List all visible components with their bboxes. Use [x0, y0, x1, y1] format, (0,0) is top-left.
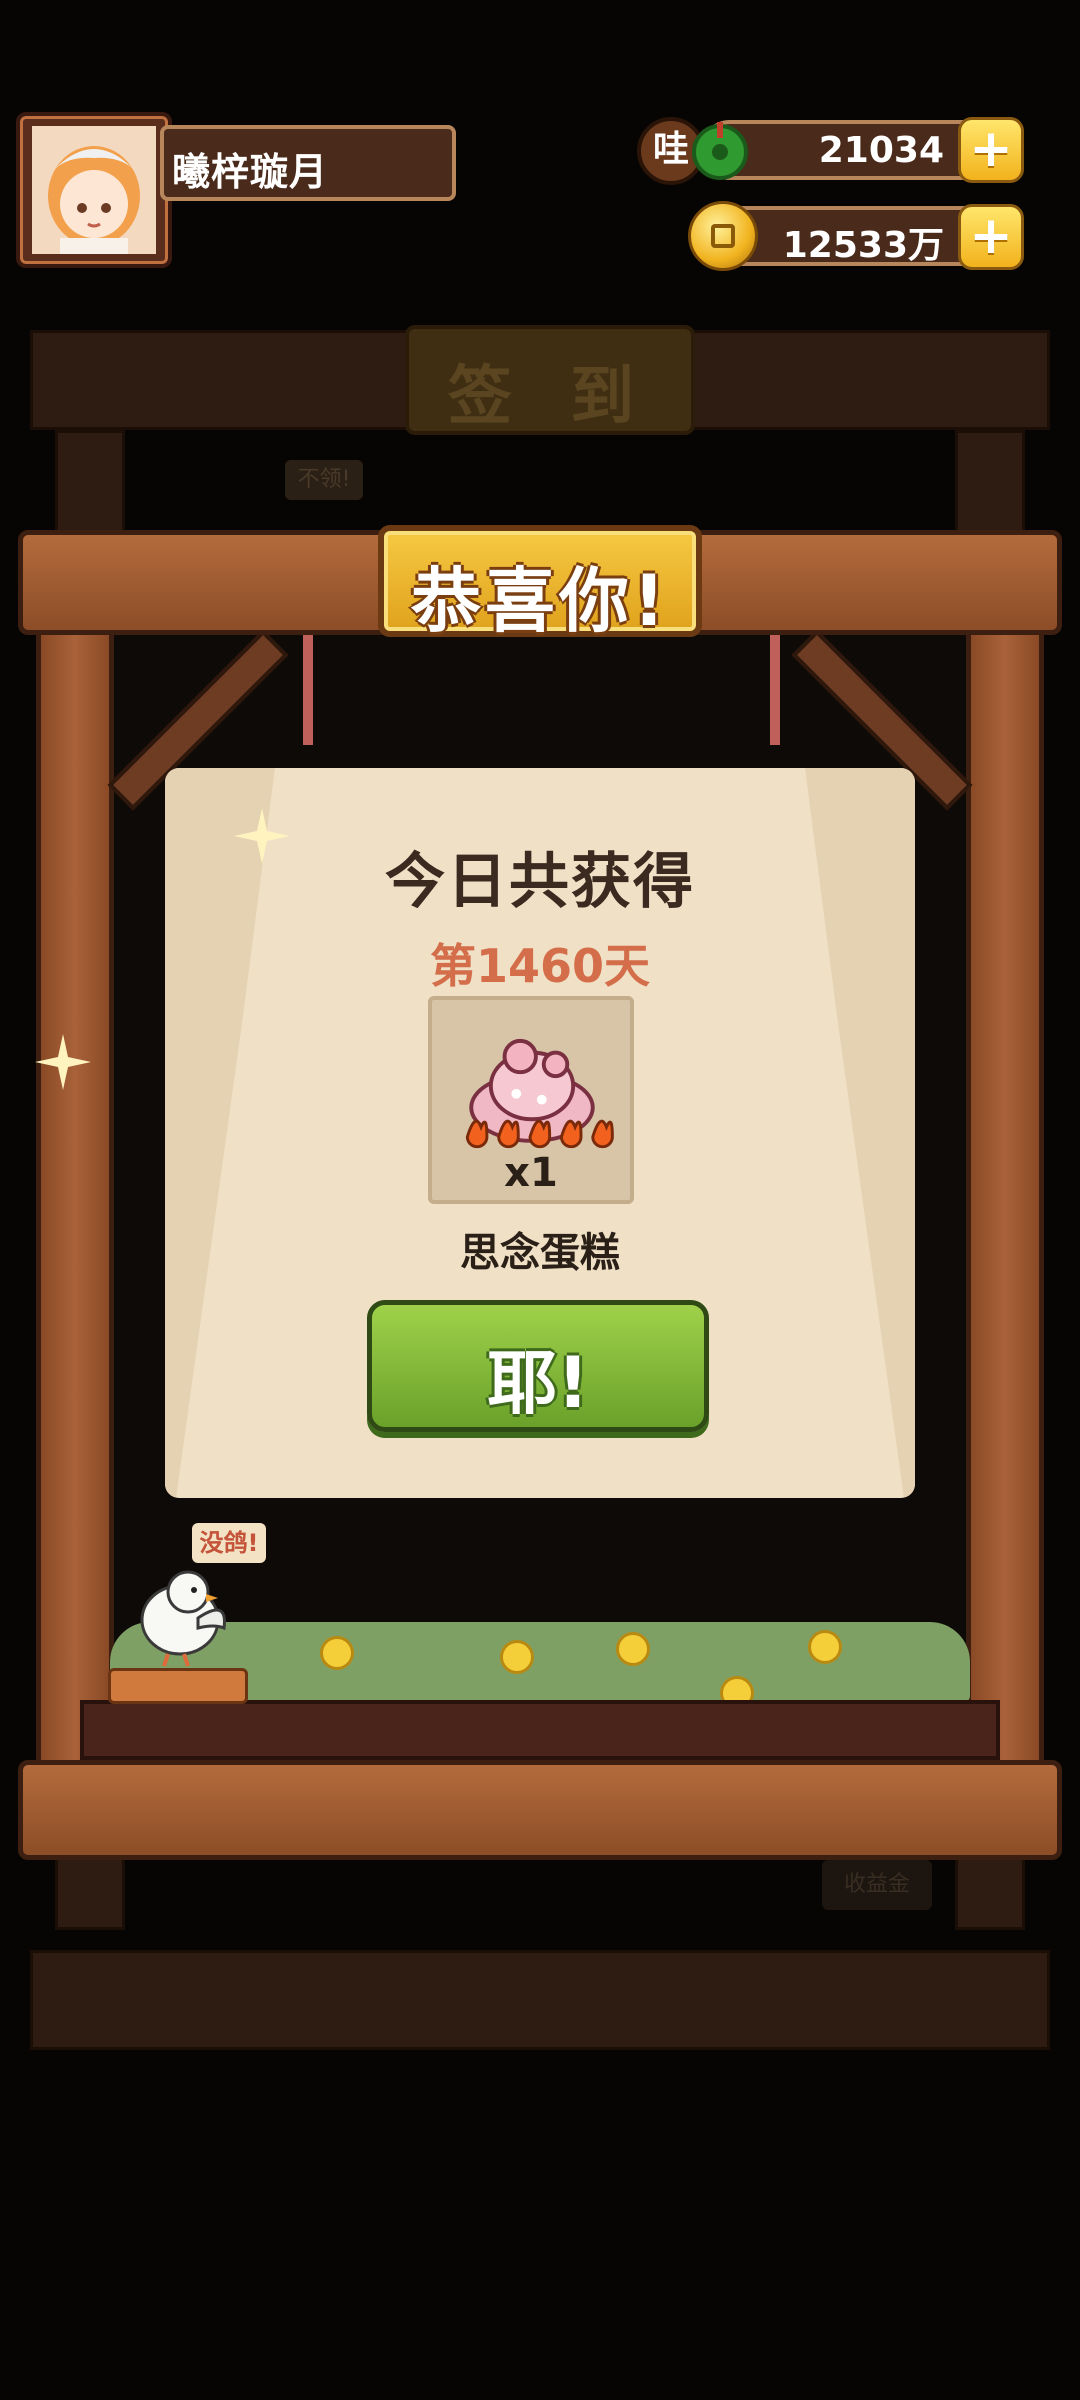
add-jade-button[interactable]: + — [958, 117, 1024, 183]
rope-left — [303, 635, 313, 745]
pigeon-speech-text: 没鸽! — [199, 1529, 259, 1557]
pigeon-icon[interactable] — [128, 1558, 238, 1668]
frame-post-left — [36, 620, 114, 1770]
bg-side-label-text: 收益金 — [843, 1872, 910, 1897]
bg-hint-bubble: 不领! — [285, 460, 363, 500]
sparkle-icon — [234, 808, 290, 864]
dialog-day: 第1460天 — [429, 939, 651, 993]
bg-side-label: 收益金 — [822, 1860, 932, 1910]
log-perch — [108, 1668, 248, 1704]
cake-icon — [465, 1038, 614, 1149]
pigeon-speech-bubble: 没鸽! — [192, 1523, 266, 1563]
player-name: 曦梓璇月 — [172, 150, 329, 194]
coin-icon — [688, 201, 758, 271]
reward-quantity: x1 — [504, 1150, 558, 1196]
coin-value: 12533万 — [782, 225, 944, 266]
frame-post-right — [966, 620, 1044, 1770]
green-jade-icon — [692, 122, 748, 180]
rope-right — [770, 635, 780, 745]
frame-bottom-beam — [18, 1760, 1062, 1860]
flower-icon — [320, 1636, 354, 1670]
sparkle-icon — [35, 1034, 91, 1090]
frame-shelf — [80, 1700, 1000, 1760]
jade-badge-text: 哇 — [652, 129, 689, 170]
flower-icon — [616, 1632, 650, 1666]
confirm-button-label: 耶! — [487, 1342, 589, 1424]
add-coins-button[interactable]: + — [958, 204, 1024, 270]
avatar[interactable] — [16, 112, 172, 268]
confirm-button[interactable]: 耶! — [367, 1300, 709, 1432]
game-screen: 签 到 不领! 收益金 曦梓璇月 21034 哇 + 12533万 + 恭喜你!… — [0, 0, 1080, 2400]
bg-bottom-beam — [30, 1950, 1050, 2050]
bg-title-plate: 签 到 — [405, 325, 695, 435]
reward-name: 思念蛋糕 — [460, 1230, 620, 1276]
player-name-plate: 曦梓璇月 — [160, 125, 456, 201]
bg-hint-text: 不领! — [297, 467, 351, 492]
flower-icon — [808, 1630, 842, 1664]
bg-title-text: 签 到 — [447, 360, 653, 434]
reward-item-card: x1 — [428, 996, 634, 1204]
congrats-banner: 恭喜你! — [378, 525, 702, 642]
avatar-portrait-icon — [32, 126, 156, 254]
congrats-text: 恭喜你! — [411, 560, 669, 642]
jade-value: 21034 — [818, 130, 944, 171]
flower-icon — [500, 1640, 534, 1674]
reward-dialog: 今日共获得 第1460天 x1 思念蛋糕 耶! — [165, 768, 915, 1498]
